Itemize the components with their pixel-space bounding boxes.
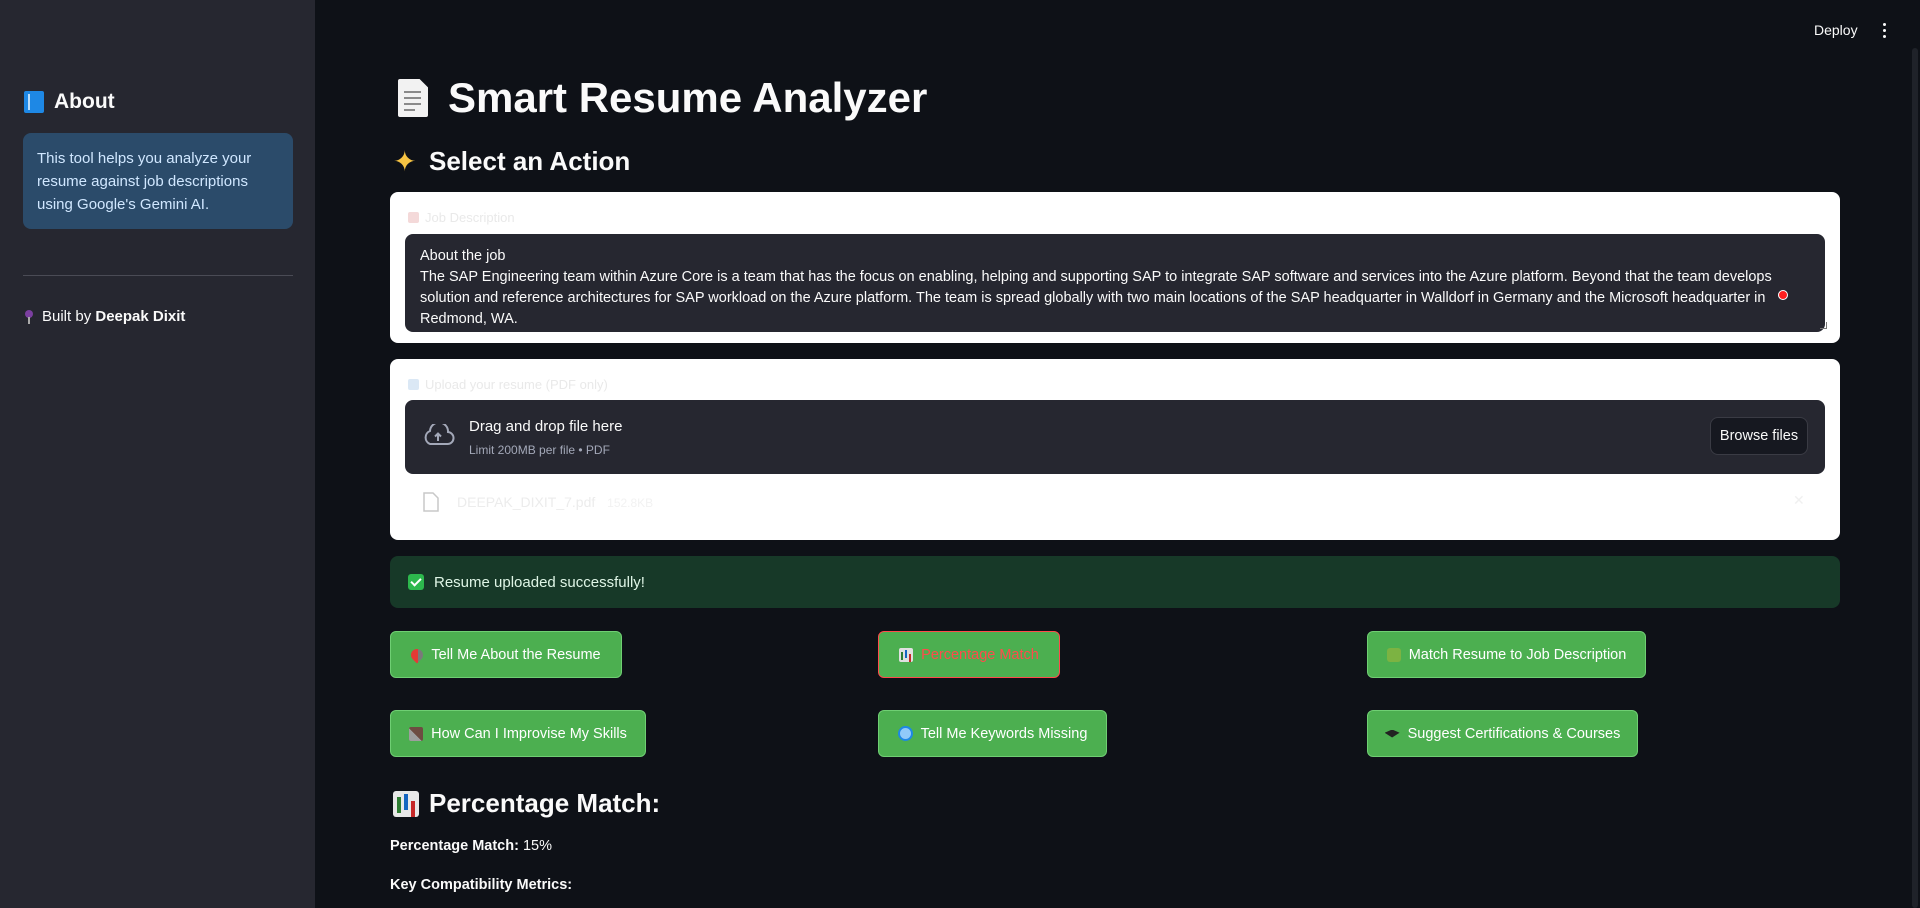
pushpin-icon: [408, 646, 426, 663]
bar-chart-icon: [393, 790, 419, 817]
page-title-text: Smart Resume Analyzer: [448, 74, 928, 121]
main-menu-icon[interactable]: [1878, 19, 1890, 41]
uploaded-file-row: DEEPAK_DIXIT_7.pdf 152.8KB: [423, 492, 653, 512]
key-compatibility-metrics-label: Key Compatibility Metrics:: [390, 877, 573, 893]
textarea-resize-handle[interactable]: [1820, 322, 1827, 329]
credit-prefix: Built by: [42, 308, 96, 325]
result-heading-text: Percentage Match:: [429, 788, 661, 818]
sidebar-about-title: About: [54, 90, 115, 113]
job-description-line2: The SAP Engineering team within Azure Co…: [420, 269, 1772, 327]
job-description-textarea[interactable]: About the job The SAP Engineering team w…: [405, 234, 1825, 332]
suggest-certifications-button[interactable]: Suggest Certifications & Courses: [1367, 710, 1638, 757]
dropzone-limit: Limit 200MB per file • PDF: [469, 443, 610, 457]
sparkles-icon: [393, 145, 419, 178]
percentage-match-result: Percentage Match: 15%: [390, 838, 552, 854]
inbox-tray-icon: [408, 379, 419, 390]
upload-success-alert: Resume uploaded successfully!: [390, 556, 1840, 608]
puzzle-icon: [1386, 647, 1401, 662]
page-title: Smart Resume Analyzer: [398, 74, 927, 122]
pushpin-icon: [24, 309, 34, 324]
job-description-panel: Job Description About the job The SAP En…: [390, 192, 1840, 343]
check-icon: [408, 574, 424, 590]
page-scrollbar[interactable]: [1910, 0, 1920, 908]
tools-icon: [409, 726, 424, 741]
section-heading-text: Select an Action: [429, 146, 631, 176]
credit-author: Deepak Dixit: [95, 308, 186, 325]
uploaded-file-size: 152.8KB: [607, 496, 654, 510]
success-message: Resume uploaded successfully!: [434, 573, 645, 591]
result-heading: Percentage Match:: [393, 788, 660, 819]
match-resume-button[interactable]: Match Resume to Job Description: [1367, 631, 1646, 678]
percentage-match-label: Percentage Match:: [390, 838, 519, 854]
file-icon: [423, 492, 439, 512]
sidebar-info-box: This tool helps you analyze your resume …: [23, 133, 293, 229]
bar-chart-icon: [899, 647, 914, 662]
percentage-match-value: 15%: [518, 838, 552, 854]
upload-label: Upload your resume (PDF only): [408, 377, 608, 392]
section-heading-actions: Select an Action: [393, 145, 631, 178]
sidebar-credit: Built by Deepak Dixit: [24, 308, 185, 325]
sidebar-divider: [23, 275, 293, 276]
sidebar: About This tool helps you analyze your r…: [0, 0, 315, 908]
browse-files-button[interactable]: Browse files: [1710, 417, 1808, 455]
tell-me-about-resume-button[interactable]: Tell Me About the Resume: [390, 631, 622, 678]
sidebar-about-heading: About: [24, 90, 115, 114]
book-icon: [24, 91, 44, 113]
uploaded-file-name: DEEPAK_DIXIT_7.pdf: [457, 494, 596, 510]
dropzone-title: Drag and drop file here: [469, 418, 623, 435]
memo-icon: [408, 212, 419, 223]
job-description-label: Job Description: [408, 210, 515, 225]
keywords-missing-button[interactable]: Tell Me Keywords Missing: [878, 710, 1107, 757]
deploy-button[interactable]: Deploy: [1808, 20, 1864, 40]
graduation-cap-icon: [1384, 729, 1400, 738]
file-dropzone[interactable]: Drag and drop file here Limit 200MB per …: [405, 400, 1825, 474]
improvise-skills-button[interactable]: How Can I Improvise My Skills: [390, 710, 646, 757]
job-description-line1: About the job: [420, 248, 506, 264]
magnifier-icon: [897, 726, 913, 741]
cloud-upload-icon: [424, 424, 455, 445]
upload-panel: Upload your resume (PDF only) Drag and d…: [390, 359, 1840, 540]
scrollbar-thumb[interactable]: [1912, 48, 1918, 908]
remove-file-icon[interactable]: ✕: [1793, 492, 1805, 509]
percentage-match-button[interactable]: Percentage Match: [878, 631, 1060, 678]
document-icon: [398, 79, 428, 117]
spellcheck-indicator-icon: [1778, 290, 1788, 300]
